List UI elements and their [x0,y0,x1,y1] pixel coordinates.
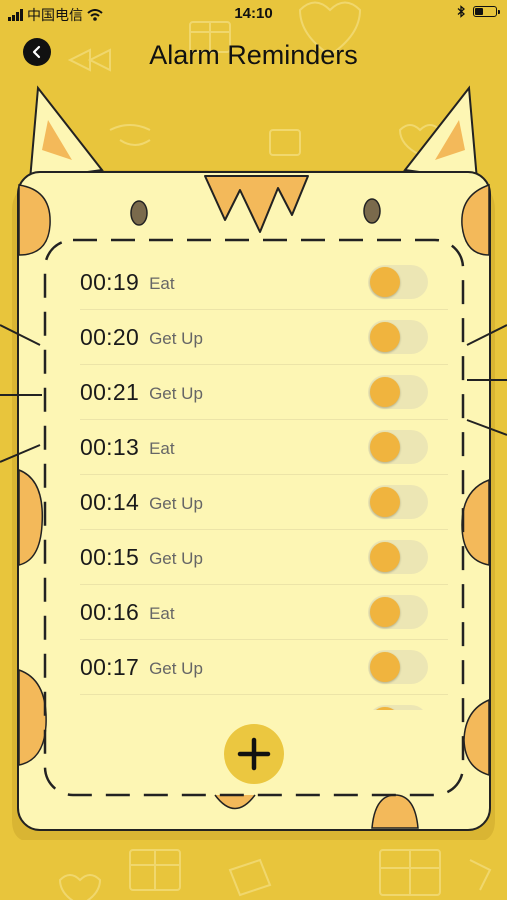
alarm-toggle[interactable] [368,650,428,684]
alarm-toggle[interactable] [368,375,428,409]
alarm-label: Get Up [149,549,203,568]
alarm-time: 00:13 [80,433,140,460]
alarm-row: 00:14 Get Up [80,475,448,530]
alarm-time: 00:16 [80,598,140,625]
alarm-time: 00:14 [80,488,140,515]
alarm-label: Get Up [149,659,203,678]
alarm-toggle[interactable] [368,705,428,710]
toggle-knob [370,377,400,407]
alarm-toggle[interactable] [368,320,428,354]
alarm-toggle[interactable] [368,430,428,464]
alarm-toggle[interactable] [368,485,428,519]
alarm-row: 00:19 Eat [80,255,448,310]
toggle-knob [370,652,400,682]
toggle-knob [370,322,400,352]
alarm-label: Eat [149,274,175,293]
alarm-time: 00:17 [80,653,140,680]
alarm-row: 00:13 Eat [80,420,448,475]
alarm-label: Get Up [149,494,203,513]
alarm-toggle[interactable] [368,540,428,574]
alarm-label: Get Up [149,384,203,403]
toggle-knob [370,432,400,462]
alarm-label: Eat [149,439,175,458]
page-title: Alarm Reminders [149,40,358,70]
battery-icon [473,6,500,17]
alarm-row: 00:20 Get Up [80,310,448,365]
alarm-list: 00:19 Eat 00:20 Get Up 00:21 Get Up 00:1… [80,255,448,710]
status-bar: 中国电信 14:10 [0,0,507,28]
alarm-toggle[interactable] [368,265,428,299]
toggle-knob [370,542,400,572]
alarm-row: 00:17 Get Up [80,640,448,695]
bluetooth-icon [457,5,465,18]
navigation-bar: Alarm Reminders [0,30,507,80]
alarm-time: 00:21 [80,378,140,405]
alarm-time: 00:20 [80,323,140,350]
status-right [457,5,500,18]
alarm-label: Get Up [149,329,203,348]
alarm-time: 00:15 [80,543,140,570]
toggle-knob [370,267,400,297]
status-time: 14:10 [234,5,273,22]
alarm-row: 00:21 Get Up [80,365,448,420]
toggle-knob [370,487,400,517]
add-alarm-button[interactable] [224,724,284,784]
toggle-knob [370,707,400,710]
plus-icon [237,737,271,771]
alarm-time: 00:19 [80,268,140,295]
alarm-row: 00:16 Eat [80,585,448,640]
alarm-row-partial [80,695,448,710]
alarm-row: 00:15 Get Up [80,530,448,585]
alarm-toggle[interactable] [368,595,428,629]
toggle-knob [370,597,400,627]
alarm-label: Eat [149,604,175,623]
